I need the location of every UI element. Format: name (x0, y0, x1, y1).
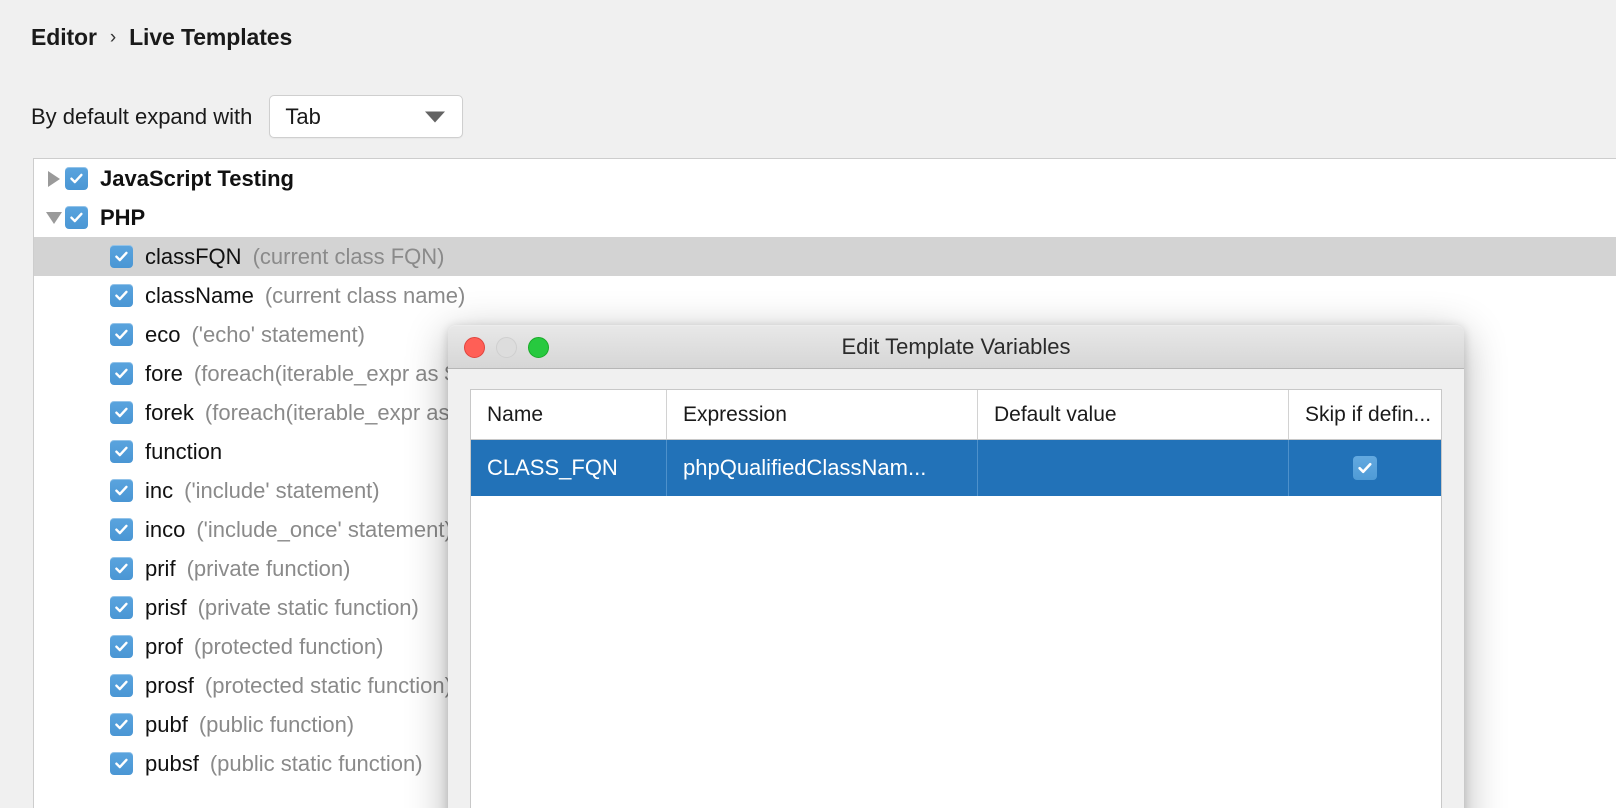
breadcrumb-separator-icon: › (109, 26, 117, 48)
expand-with-row: By default expand with Tab (31, 95, 464, 138)
tree-item-checkbox[interactable] (110, 557, 133, 580)
tree-item-description: (protected static function) (204, 672, 452, 698)
tree-item-checkbox[interactable] (110, 401, 133, 424)
cell-name[interactable]: CLASS_FQN (471, 440, 667, 496)
tree-item-description: (public static function) (209, 750, 423, 776)
tree-item-description: ('echo' statement) (191, 321, 365, 347)
tree-item-abbreviation: pubf (145, 711, 188, 737)
tree-item-description: (private function) (186, 555, 351, 581)
dialog-body: Name Expression Default value Skip if defin… (448, 369, 1464, 808)
tree-item-abbreviation: classFQN (145, 243, 242, 269)
tree-item-description: ('include' statement) (184, 477, 380, 503)
tree-item-checkbox[interactable] (110, 362, 133, 385)
zoom-window-button[interactable] (528, 336, 549, 358)
expand-with-label: By default expand with (31, 103, 253, 129)
tree-item-checkbox[interactable] (110, 674, 133, 697)
column-header[interactable]: Name (471, 390, 667, 439)
window-controls (464, 336, 549, 358)
tree-item-abbreviation: prosf (145, 672, 194, 698)
breadcrumb-current: Live Templates (129, 24, 293, 50)
tree-item-checkbox[interactable] (110, 518, 133, 541)
tree-item-checkbox[interactable] (110, 440, 133, 463)
chevron-down-icon (425, 111, 446, 122)
tree-group-row[interactable]: JavaScript Testing (34, 159, 1616, 198)
minimize-window-button[interactable] (496, 336, 517, 358)
tree-group-row[interactable]: PHP (34, 198, 1616, 237)
tree-item-abbreviation: forek (145, 399, 194, 425)
tree-group-label: PHP (100, 204, 146, 230)
tree-group-checkbox[interactable] (65, 206, 88, 229)
expand-with-value: Tab (285, 103, 321, 129)
tree-item-description: (current class FQN) (252, 243, 445, 269)
expand-with-select[interactable]: Tab (269, 95, 464, 138)
tree-item-description: (public function) (198, 711, 355, 737)
tree-item-checkbox[interactable] (110, 284, 133, 307)
tree-group-checkbox[interactable] (65, 167, 88, 190)
tree-item-abbreviation: className (145, 282, 254, 308)
tree-item-description: (protected function) (193, 633, 384, 659)
tree-item-checkbox[interactable] (110, 713, 133, 736)
template-variables-table[interactable]: Name Expression Default value Skip if defin… (470, 389, 1442, 808)
tree-item-checkbox[interactable] (110, 479, 133, 502)
tree-item-abbreviation: prisf (145, 594, 187, 620)
dialog-titlebar[interactable]: Edit Template Variables (448, 325, 1464, 369)
breadcrumb: Editor › Live Templates (31, 24, 292, 51)
tree-item-checkbox[interactable] (110, 245, 133, 268)
triangle-down-icon[interactable] (43, 198, 65, 237)
tree-item-description: ('include_once' statement) (196, 516, 452, 542)
triangle-right-icon[interactable] (43, 159, 65, 198)
cell-skip-if-defined[interactable] (1289, 440, 1441, 496)
skip-if-defined-checkbox[interactable] (1353, 456, 1377, 480)
dialog-title: Edit Template Variables (841, 334, 1071, 359)
edit-template-variables-dialog: Edit Template Variables Name Expression De… (448, 325, 1464, 808)
tree-item-abbreviation: inc (145, 477, 174, 503)
tree-item-description: (current class name) (264, 282, 466, 308)
cell-expression[interactable]: phpQualifiedClassNam... (667, 440, 978, 496)
tree-item-abbreviation: eco (145, 321, 181, 347)
tree-item-checkbox[interactable] (110, 323, 133, 346)
tree-item-description: (private static function) (197, 594, 419, 620)
table-row[interactable]: CLASS_FQN phpQualifiedClassNam... (471, 440, 1441, 496)
tree-item-abbreviation: pubsf (145, 750, 199, 776)
close-window-button[interactable] (464, 336, 485, 358)
tree-item-checkbox[interactable] (110, 635, 133, 658)
tree-item-abbreviation: fore (145, 360, 183, 386)
tree-item-abbreviation: prif (145, 555, 176, 581)
column-header[interactable]: Default value (978, 390, 1289, 439)
tree-item-abbreviation: prof (145, 633, 183, 659)
table-header-row: Name Expression Default value Skip if defin… (471, 390, 1441, 440)
tree-item-abbreviation: inco (145, 516, 186, 542)
tree-item-abbreviation: function (145, 438, 223, 464)
tree-group-label: JavaScript Testing (100, 165, 294, 191)
tree-template-row[interactable]: classFQN (current class FQN) (34, 237, 1616, 276)
tree-template-row[interactable]: className (current class name) (34, 276, 1616, 315)
breadcrumb-root[interactable]: Editor (31, 24, 97, 51)
cell-default-value[interactable] (978, 440, 1289, 496)
column-header[interactable]: Skip if defin... (1289, 390, 1441, 439)
settings-page: Editor › Live Templates By default expan… (0, 0, 1616, 808)
tree-item-checkbox[interactable] (110, 752, 133, 775)
column-header[interactable]: Expression (667, 390, 978, 439)
tree-item-checkbox[interactable] (110, 596, 133, 619)
